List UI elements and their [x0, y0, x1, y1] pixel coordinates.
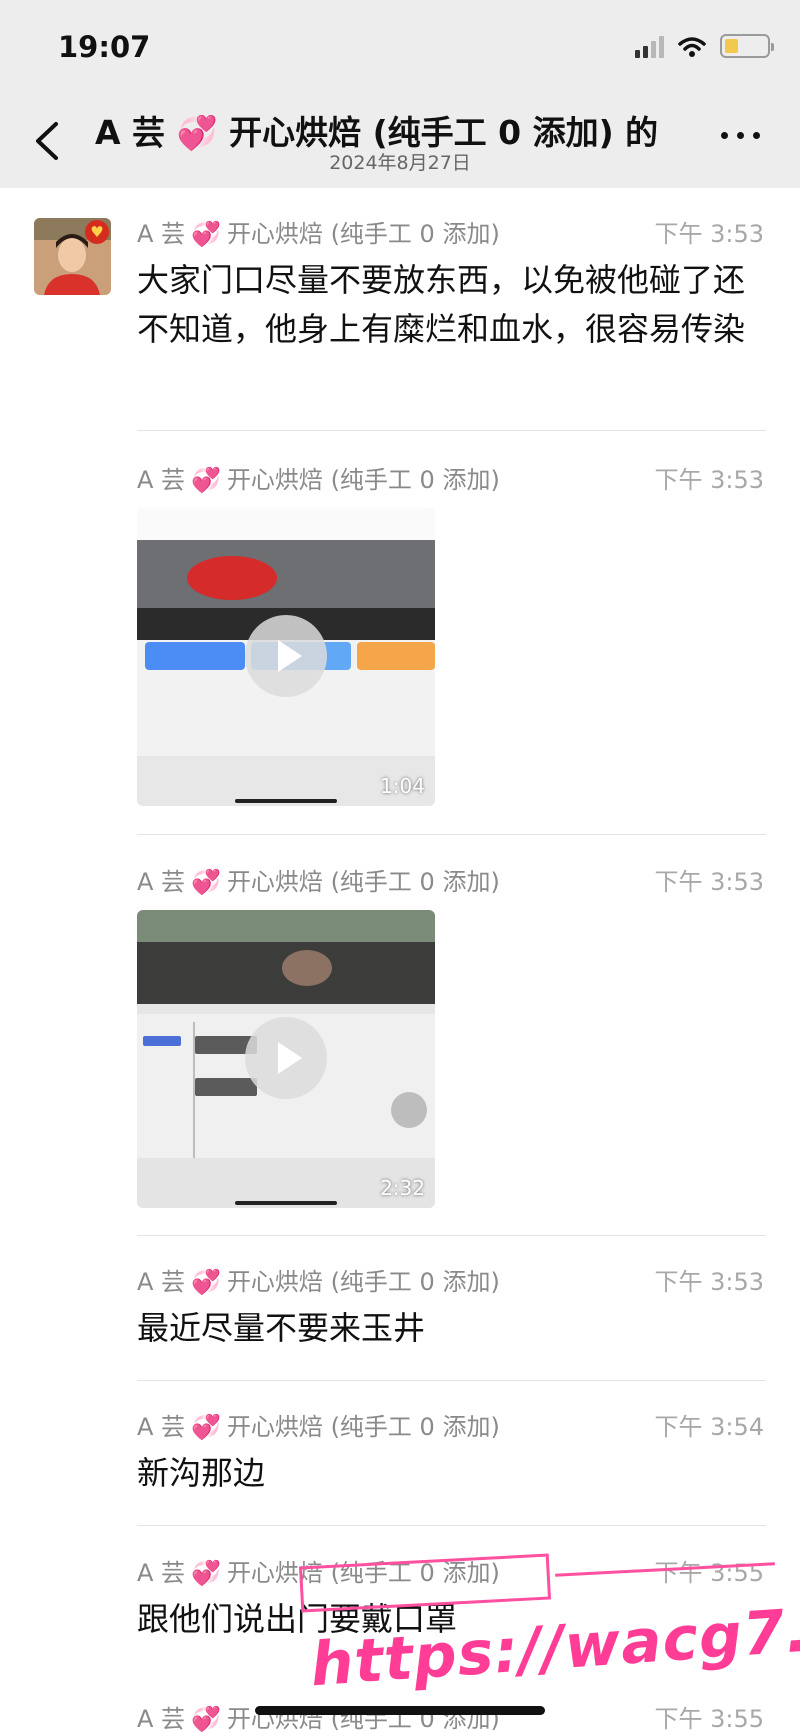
video-progress-bar [235, 799, 337, 803]
signal-icon [635, 34, 664, 58]
video-duration: 2:32 [380, 1176, 425, 1200]
divider [137, 430, 766, 431]
message-text[interactable]: 新沟那边 [137, 1449, 766, 1498]
message: A 芸 💞 开心烘焙 (纯手工 0 添加) 下午 3:54 新沟那边 [137, 1407, 766, 1498]
chat-header: 19:07 A 芸 💞 开心烘焙 (纯手工 0 添加) 的 2024年8月27日 [0, 0, 800, 188]
video-duration: 1:04 [380, 774, 425, 798]
message: A 芸 💞 开心烘焙 (纯手工 0 添加) 下午 3:53 大家门口尽量不要放东西，… [137, 214, 766, 354]
heart-emoji: 💞 [191, 868, 221, 896]
avatar[interactable]: ♥ [34, 218, 111, 295]
sender-name: A 芸 💞 开心烘焙 (纯手工 0 添加) [137, 868, 500, 896]
status-time: 19:07 [58, 30, 151, 64]
divider [137, 834, 766, 835]
message-time: 下午 3:53 [654, 1268, 764, 1296]
message: A 芸 💞 开心烘焙 (纯手工 0 添加) 下午 3:53 最近尽量不要来玉井 [137, 1262, 766, 1353]
wifi-icon [678, 37, 706, 57]
divider [137, 1380, 766, 1381]
message-time: 下午 3:53 [654, 220, 764, 248]
heart-emoji: 💞 [191, 1705, 221, 1733]
watermark-box [298, 1553, 552, 1613]
video-message[interactable]: 2:32 [137, 910, 435, 1208]
message-text[interactable]: 最近尽量不要来玉井 [137, 1304, 766, 1353]
sender-name: A 芸 💞 开心烘焙 (纯手工 0 添加) [137, 1268, 500, 1296]
play-icon[interactable] [245, 1017, 327, 1099]
sender-name: A 芸 💞 开心烘焙 (纯手工 0 添加) [137, 220, 500, 248]
message: A 芸 💞 开心烘焙 (纯手工 0 添加) 下午 3:53 2:32 [137, 862, 766, 1208]
play-icon[interactable] [245, 615, 327, 697]
message-time: 下午 3:54 [654, 1413, 764, 1441]
message-text[interactable]: 大家门口尽量不要放东西，以免被他碰了还不知道，他身上有糜烂和血水，很容易传染 [137, 256, 766, 354]
heart-emoji: 💞 [191, 1559, 221, 1587]
chat-date: 2024年8月27日 [329, 152, 471, 174]
chat-title: A 芸 💞 开心烘焙 (纯手工 0 添加) 的 [95, 113, 659, 152]
heart-emoji: 💞 [191, 1413, 221, 1441]
heart-emoji: 💞 [191, 1268, 221, 1296]
more-icon[interactable] [721, 132, 760, 139]
message-time: 下午 3:53 [654, 868, 764, 896]
status-icons [635, 34, 774, 58]
watermark: https://wacg7.com [290, 1540, 800, 1710]
video-message[interactable]: 1:04 [137, 508, 435, 806]
video-progress-bar [235, 1201, 337, 1205]
heart-badge-icon: ♥ [85, 220, 109, 244]
sender-name: A 芸 💞 开心烘焙 (纯手工 0 添加) [137, 466, 500, 494]
heart-emoji: 💞 [191, 220, 221, 248]
divider [137, 1235, 766, 1236]
sender-name: A 芸 💞 开心烘焙 (纯手工 0 添加) [137, 1413, 500, 1441]
message-time: 下午 3:53 [654, 466, 764, 494]
battery-icon [720, 34, 774, 58]
watermark-line [555, 1562, 775, 1577]
divider [137, 1525, 766, 1526]
heart-emoji: 💞 [191, 466, 221, 494]
message: A 芸 💞 开心烘焙 (纯手工 0 添加) 下午 3:53 1:04 [137, 460, 766, 806]
home-indicator[interactable] [255, 1706, 545, 1715]
